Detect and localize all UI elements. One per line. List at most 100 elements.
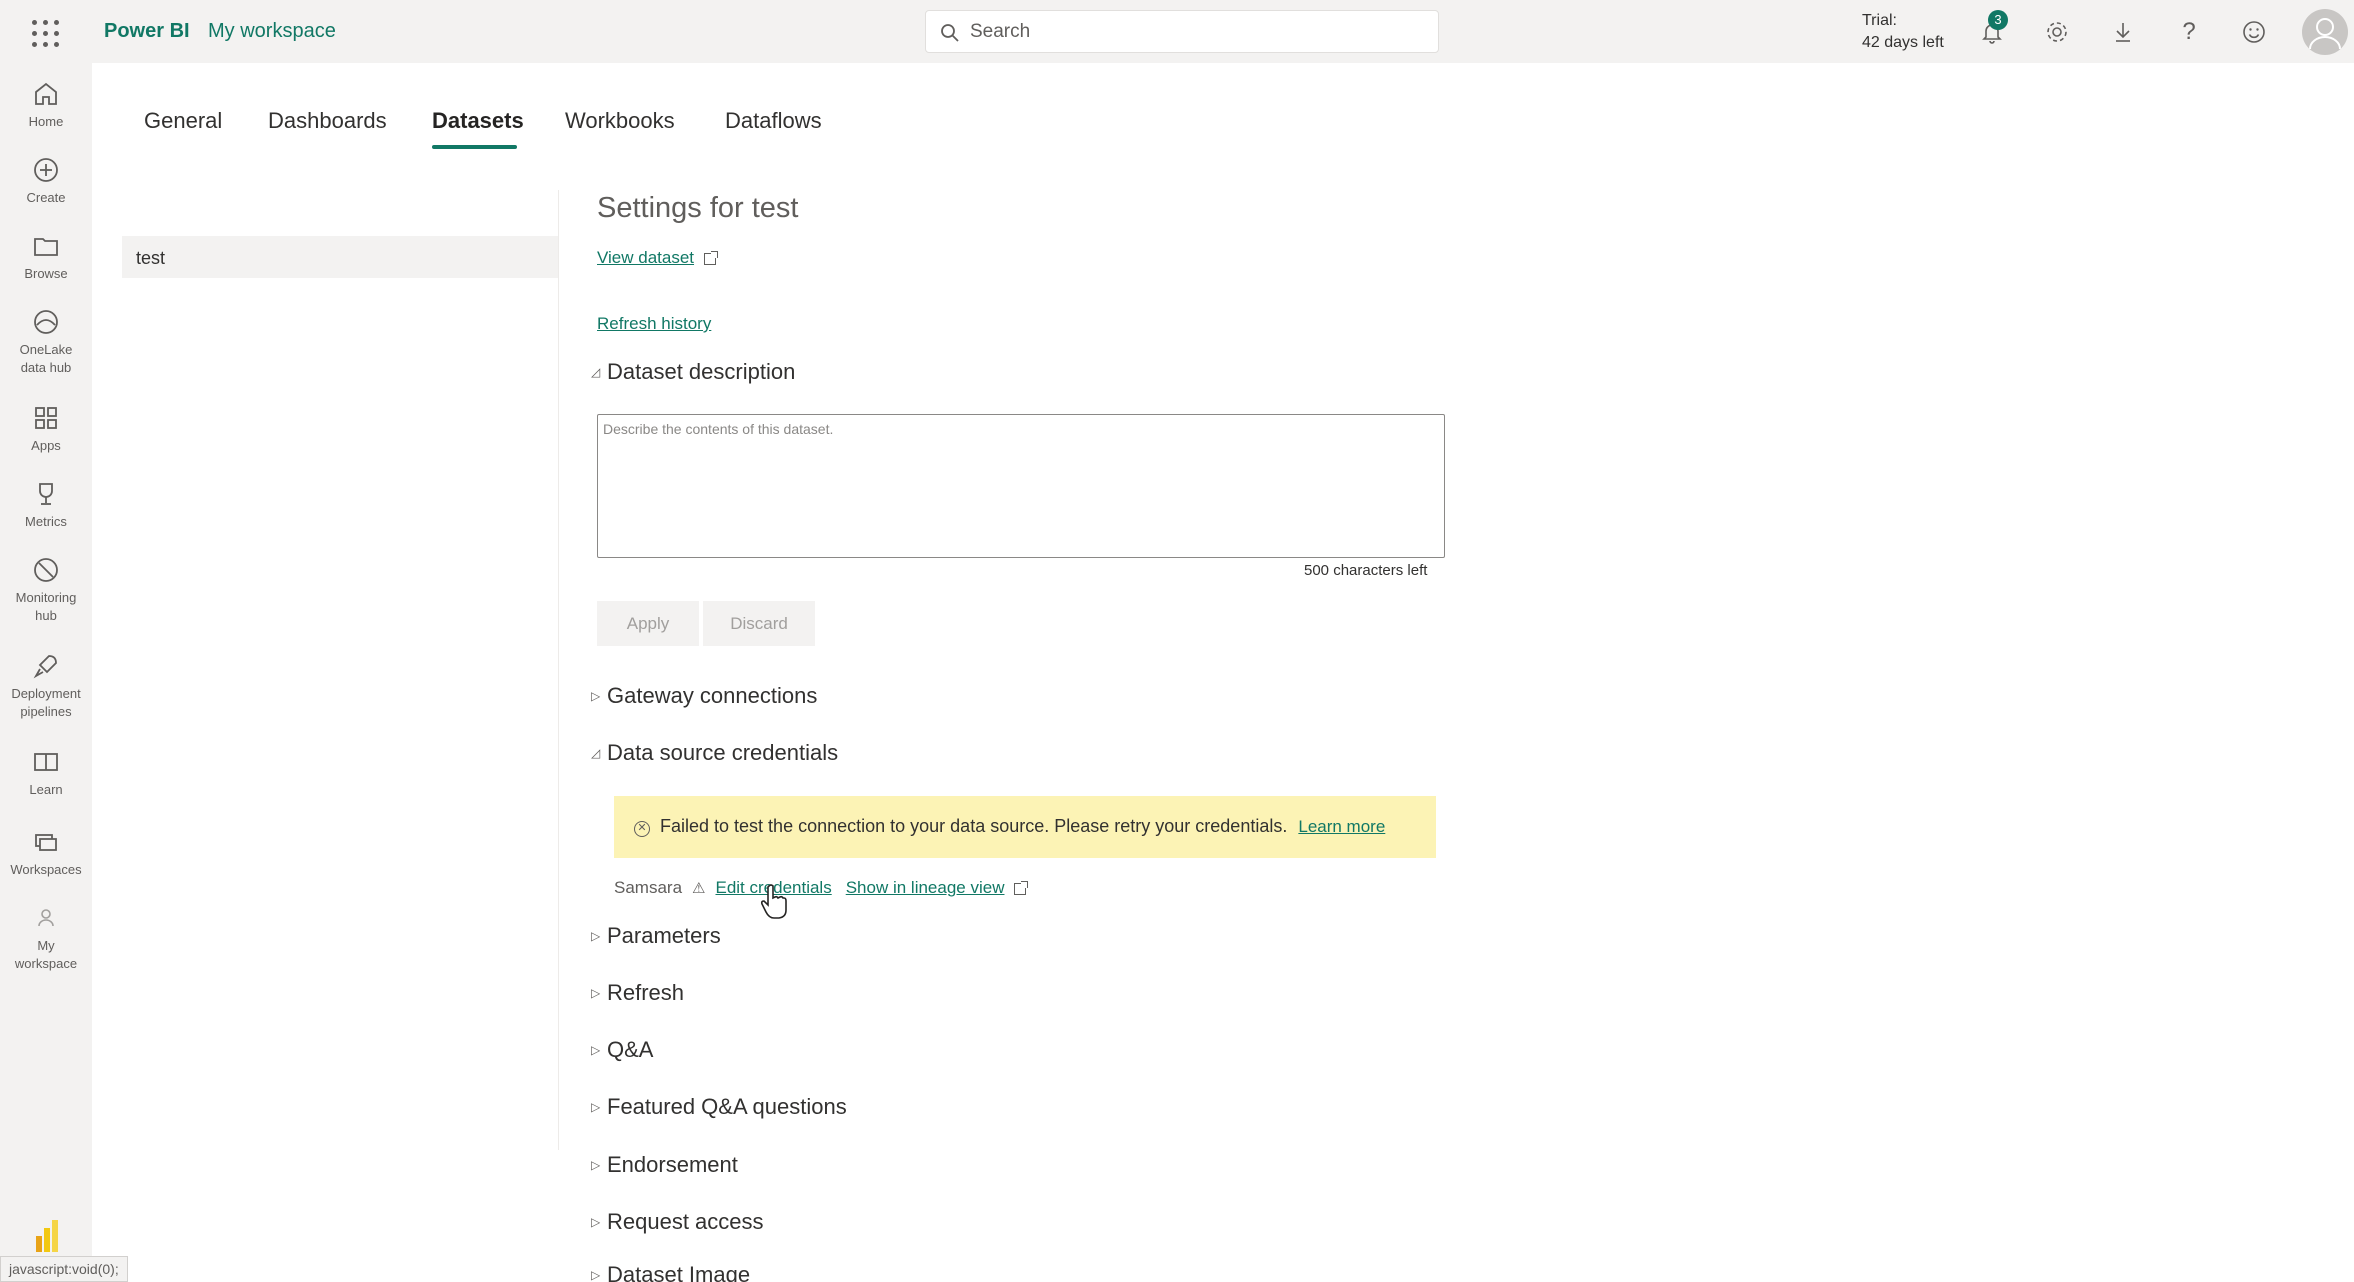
workspaces-icon (35, 834, 57, 851)
nav-label-onelake: OneLake data hub (19, 342, 73, 375)
caret-collapsed-icon: ▷ (591, 1215, 601, 1229)
workspace-breadcrumb[interactable]: My workspace (208, 20, 336, 43)
settings-button[interactable] (2041, 16, 2073, 48)
request-access-section[interactable]: ▷ Request access (591, 1209, 764, 1235)
nav-item-browse[interactable]: Browse (0, 229, 92, 283)
onelake-icon (34, 310, 58, 334)
refresh-section[interactable]: ▷ Refresh (591, 980, 684, 1006)
plus-circle-icon (34, 158, 58, 182)
hand-cursor-icon (760, 884, 787, 919)
tab-general[interactable]: General (144, 108, 222, 134)
caret-expanded-icon: ◿ (591, 365, 601, 379)
trial-status[interactable]: Trial: 42 days left (1862, 10, 1944, 54)
nav-item-learn[interactable]: Learn (0, 745, 92, 799)
question-icon: ? (2182, 18, 2196, 45)
caret-collapsed-icon: ▷ (591, 986, 601, 1000)
nav-label-apps: Apps (31, 438, 61, 453)
refresh-history-link[interactable]: Refresh history (597, 314, 711, 333)
trophy-icon (39, 483, 53, 505)
endorsement-section[interactable]: ▷ Endorsement (591, 1152, 738, 1178)
nav-label-home: Home (28, 114, 64, 129)
apps-icon (35, 407, 57, 429)
refresh-history-row: Refresh history (597, 314, 711, 334)
request-access-heading: Request access (607, 1209, 764, 1234)
brand-label[interactable]: Power BI (104, 20, 190, 43)
caret-collapsed-icon: ▷ (591, 1268, 601, 1282)
settings-title: Settings for test (597, 192, 799, 224)
tab-dashboards[interactable]: Dashboards (268, 108, 387, 134)
connection-warning-banner: ✕ Failed to test the connection to your d… (614, 796, 1436, 858)
data-source-name: Samsara (614, 878, 683, 897)
dataset-description-section[interactable]: ◿ Dataset description (591, 359, 795, 385)
rocket-icon (33, 655, 57, 679)
dataset-description-textarea[interactable] (597, 414, 1445, 558)
search-icon (941, 24, 959, 42)
nav-item-metrics[interactable]: Metrics (0, 477, 92, 531)
nav-item-deployment[interactable]: Deployment pipelines (0, 649, 92, 721)
home-icon (35, 82, 57, 105)
discard-button[interactable]: Discard (703, 601, 815, 646)
download-button[interactable] (2107, 16, 2139, 48)
caret-collapsed-icon: ▷ (591, 1100, 601, 1114)
nav-item-onelake[interactable]: OneLake data hub (0, 305, 92, 377)
trial-days-left: 42 days left (1862, 34, 1944, 51)
nav-label-my-workspace: My workspace (14, 938, 78, 971)
nav-label-learn: Learn (29, 782, 63, 797)
nav-label-browse: Browse (24, 266, 68, 281)
parameters-section[interactable]: ▷ Parameters (591, 923, 721, 949)
credential-row: Samsara ⚠ Edit credentials Show in lineage … (614, 878, 1029, 898)
learn-more-link[interactable]: Learn more (1298, 817, 1385, 836)
gateway-connections-heading: Gateway connections (607, 683, 818, 708)
left-nav: Home Create Browse OneLake data hub Apps… (0, 63, 92, 1282)
nav-item-monitoring[interactable]: Monitoring hub (0, 553, 92, 625)
gear-icon (2047, 22, 2067, 42)
nav-item-my-workspace[interactable]: My workspace (0, 901, 92, 973)
notification-count-badge: 3 (1988, 10, 2008, 30)
folder-icon (34, 238, 58, 256)
app-launcher-icon[interactable] (30, 18, 60, 48)
caret-expanded-icon: ◿ (591, 746, 601, 760)
tab-dataflows[interactable]: Dataflows (725, 108, 822, 134)
warning-triangle-icon: ⚠ (692, 880, 706, 897)
nav-label-workspaces: Workspaces (10, 862, 82, 877)
external-link-icon (704, 250, 719, 265)
search-input[interactable] (970, 19, 1410, 45)
featured-qa-section[interactable]: ▷ Featured Q&A questions (591, 1094, 847, 1120)
endorsement-heading: Endorsement (607, 1152, 738, 1177)
nav-label-deployment: Deployment pipelines (11, 686, 81, 719)
qa-section[interactable]: ▷ Q&A (591, 1037, 653, 1063)
tab-datasets[interactable]: Datasets (432, 108, 524, 134)
show-in-lineage-link[interactable]: Show in lineage view (846, 878, 1005, 897)
featured-qa-heading: Featured Q&A questions (607, 1094, 847, 1119)
nav-item-apps[interactable]: Apps (0, 401, 92, 455)
parameters-heading: Parameters (607, 923, 721, 948)
dataset-image-heading: Dataset Image (607, 1262, 751, 1282)
monitoring-icon (34, 558, 58, 582)
nav-item-home[interactable]: Home (0, 77, 92, 131)
avatar[interactable] (2302, 9, 2348, 55)
dataset-list-item[interactable]: test (122, 236, 558, 278)
tab-workbooks[interactable]: Workbooks (565, 108, 675, 134)
search-box[interactable] (925, 10, 1439, 53)
browser-status-bar: javascript:void(0); (0, 1256, 128, 1282)
refresh-heading: Refresh (607, 980, 685, 1005)
help-button[interactable]: ? (2173, 16, 2205, 48)
nav-label-create: Create (26, 190, 66, 205)
apply-button[interactable]: Apply (597, 601, 699, 646)
data-source-credentials-heading: Data source credentials (607, 740, 839, 765)
panel-divider (558, 190, 559, 1150)
data-source-credentials-section[interactable]: ◿ Data source credentials (591, 740, 838, 766)
trial-label: Trial: (1862, 12, 1897, 29)
characters-left-counter: 500 characters left (1304, 562, 1428, 579)
dataset-image-section[interactable]: ▷ Dataset Image (591, 1262, 750, 1282)
download-icon (2116, 23, 2130, 42)
caret-collapsed-icon: ▷ (591, 929, 601, 943)
feedback-button[interactable] (2238, 16, 2270, 48)
view-dataset-link[interactable]: View dataset (597, 248, 694, 267)
top-bar: Power BI My workspace Trial: 42 days lef… (0, 0, 2354, 63)
caret-collapsed-icon: ▷ (591, 689, 601, 703)
person-icon (38, 909, 54, 927)
gateway-connections-section[interactable]: ▷ Gateway connections (591, 683, 817, 709)
nav-item-workspaces[interactable]: Workspaces (0, 825, 92, 879)
nav-item-create[interactable]: Create (0, 153, 92, 207)
